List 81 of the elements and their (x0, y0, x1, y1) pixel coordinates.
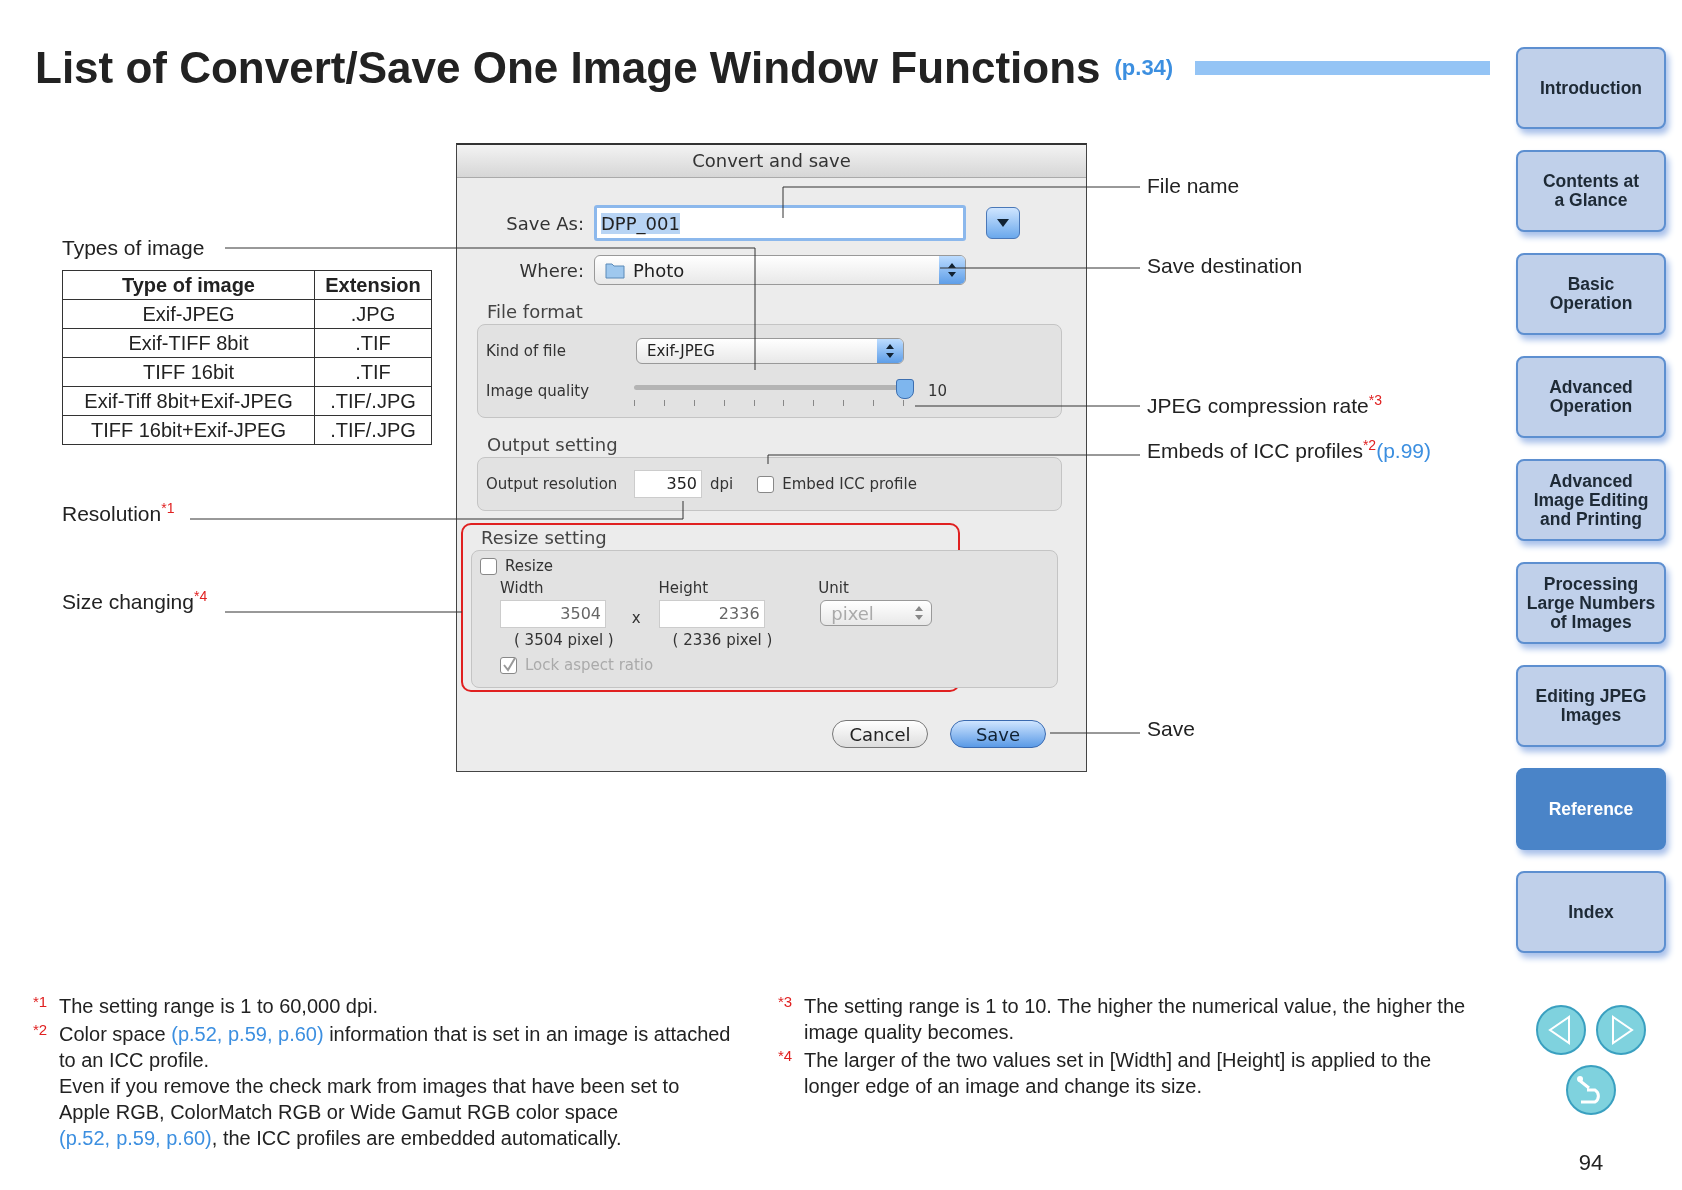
pixel-size-text: ( 3504 pixel ) (513, 631, 614, 649)
stepper-icon (913, 604, 926, 622)
footnote-text: The larger of the two values set in [Width] and [Height] is applied to the longer edge of an image and change its size. (804, 1048, 1432, 1099)
dialog-title: Convert and save (457, 145, 1086, 178)
page-number: 94 (1578, 1150, 1604, 1176)
quality-slider[interactable] (634, 376, 914, 406)
unit-label: dpi (710, 475, 734, 493)
group-heading: Output setting (487, 434, 619, 455)
chapter-tab[interactable]: Advanced Image Editing and Printing (1516, 459, 1666, 541)
table-cell: TIFF 16bit+Exif-JPEG (62, 415, 315, 445)
chapter-tab[interactable]: Processing Large Numbers of Images (1516, 562, 1666, 644)
file-type-dropdown[interactable]: Exif-JPEG (636, 338, 904, 364)
callout-label: JPEG compression rate$^{*3}$ (1147, 394, 1382, 417)
table-cell: .JPG (314, 299, 432, 329)
stepper-icon (877, 339, 903, 363)
table-cell: .TIF/.JPG (314, 415, 432, 445)
group-heading: Resize setting (481, 527, 608, 548)
page-title: List of Convert/Save One Image Window Functions (35, 43, 1101, 93)
field-label: Where: (518, 259, 584, 281)
slider-thumb[interactable] (896, 378, 914, 399)
callout-label: Save destination (1147, 254, 1303, 277)
pixel-size-text: ( 2336 pixel ) (671, 631, 773, 649)
footnote-mark: *1 (33, 993, 49, 1012)
field-label: Output resolution (486, 475, 619, 493)
chapter-tab[interactable]: Editing JPEG Images (1516, 665, 1666, 747)
expand-button[interactable] (986, 207, 1020, 239)
checkbox[interactable] (757, 475, 775, 493)
chapter-tab[interactable]: Contents at a Glance (1516, 150, 1666, 232)
footnote-mark: *3 (778, 993, 794, 1012)
footnote-mark: *4 (778, 1047, 794, 1066)
chapter-tab[interactable]: Reference (1516, 768, 1666, 850)
return-icon[interactable] (1565, 1064, 1617, 1116)
dialog-button[interactable]: Save (950, 720, 1046, 748)
resolution-field[interactable]: 350 (634, 470, 702, 498)
callout-label: Resolution$^{*1}$ (62, 500, 175, 526)
chapter-tab[interactable]: Basic Operation (1516, 253, 1666, 335)
chapter-tab[interactable]: Introduction (1516, 47, 1666, 129)
callout-label: Save (1147, 717, 1195, 740)
caret-icon (996, 218, 1010, 228)
field-label: Kind of file (486, 342, 567, 360)
table-cell: Exif-TIFF 8bit (62, 328, 315, 358)
callout-label: Types of image (62, 236, 205, 260)
table-cell: Exif-Tiff 8bit+Exif-JPEG (62, 386, 315, 416)
field-label: Height (658, 579, 710, 597)
table-cell: .TIF (314, 357, 432, 387)
width-field[interactable]: 3504 (500, 600, 606, 628)
next-page-icon[interactable] (1595, 1004, 1647, 1056)
callout-label: Size changing$^{*4}$ (62, 588, 208, 614)
dialog-button[interactable]: Cancel (832, 720, 928, 748)
checkbox-label: Lock aspect ratio (525, 656, 654, 674)
height-field[interactable]: 2336 (658, 600, 765, 628)
field-label: Image quality (486, 382, 591, 400)
table-cell: Exif-JPEG (62, 299, 315, 329)
field-label: Save As: (505, 212, 584, 234)
folder-icon (605, 261, 625, 279)
chapter-tab[interactable]: Advanced Operation (1516, 356, 1666, 438)
chapter-tab[interactable]: Index (1516, 871, 1666, 953)
callout-label: Embeds of ICC profiles$^{*2}$ (1147, 439, 1377, 462)
column-header: Type of image (62, 270, 315, 300)
group-heading: File format (487, 301, 584, 322)
footnote-text: Even if you remove the check mark from images that have been set to Apple RGB, ColorMatch RGB or Wide Gamut RGB color space (p.52, p.59, p.60), the ICC profiles are embedded automatically. (59, 1074, 681, 1151)
table-cell: TIFF 16bit (62, 357, 315, 387)
footnote-mark: *2 (33, 1021, 49, 1040)
slider-value: 10 (928, 382, 948, 400)
callout-label: File name (1147, 174, 1240, 197)
stepper-icon (939, 256, 965, 284)
checkbox-label: Resize (505, 557, 554, 575)
footnote-text: Color space (p.52, p.59, p.60) information that is set in an image is attached to an ICC profile. (59, 1022, 732, 1073)
footnote-text: The setting range is 1 to 60,000 dpi. (59, 994, 379, 1019)
column-header: Extension (314, 270, 432, 300)
footnote-text: The setting range is 1 to 10. The higher the numerical value, the higher the image quality becomes. (804, 994, 1467, 1045)
checkbox[interactable] (480, 557, 497, 575)
table-cell: .TIF/.JPG (314, 386, 432, 416)
table-cell: .TIF (314, 328, 432, 358)
checkbox-label: Embed ICC profile (782, 475, 917, 493)
field-label: Width (500, 579, 545, 597)
previous-page-icon[interactable] (1535, 1004, 1587, 1056)
folder-dropdown[interactable]: Photo (594, 255, 966, 285)
field-label: Unit (818, 579, 850, 597)
filename-field[interactable]: DPP_001 (594, 205, 966, 241)
times-sign: x (631, 609, 641, 627)
